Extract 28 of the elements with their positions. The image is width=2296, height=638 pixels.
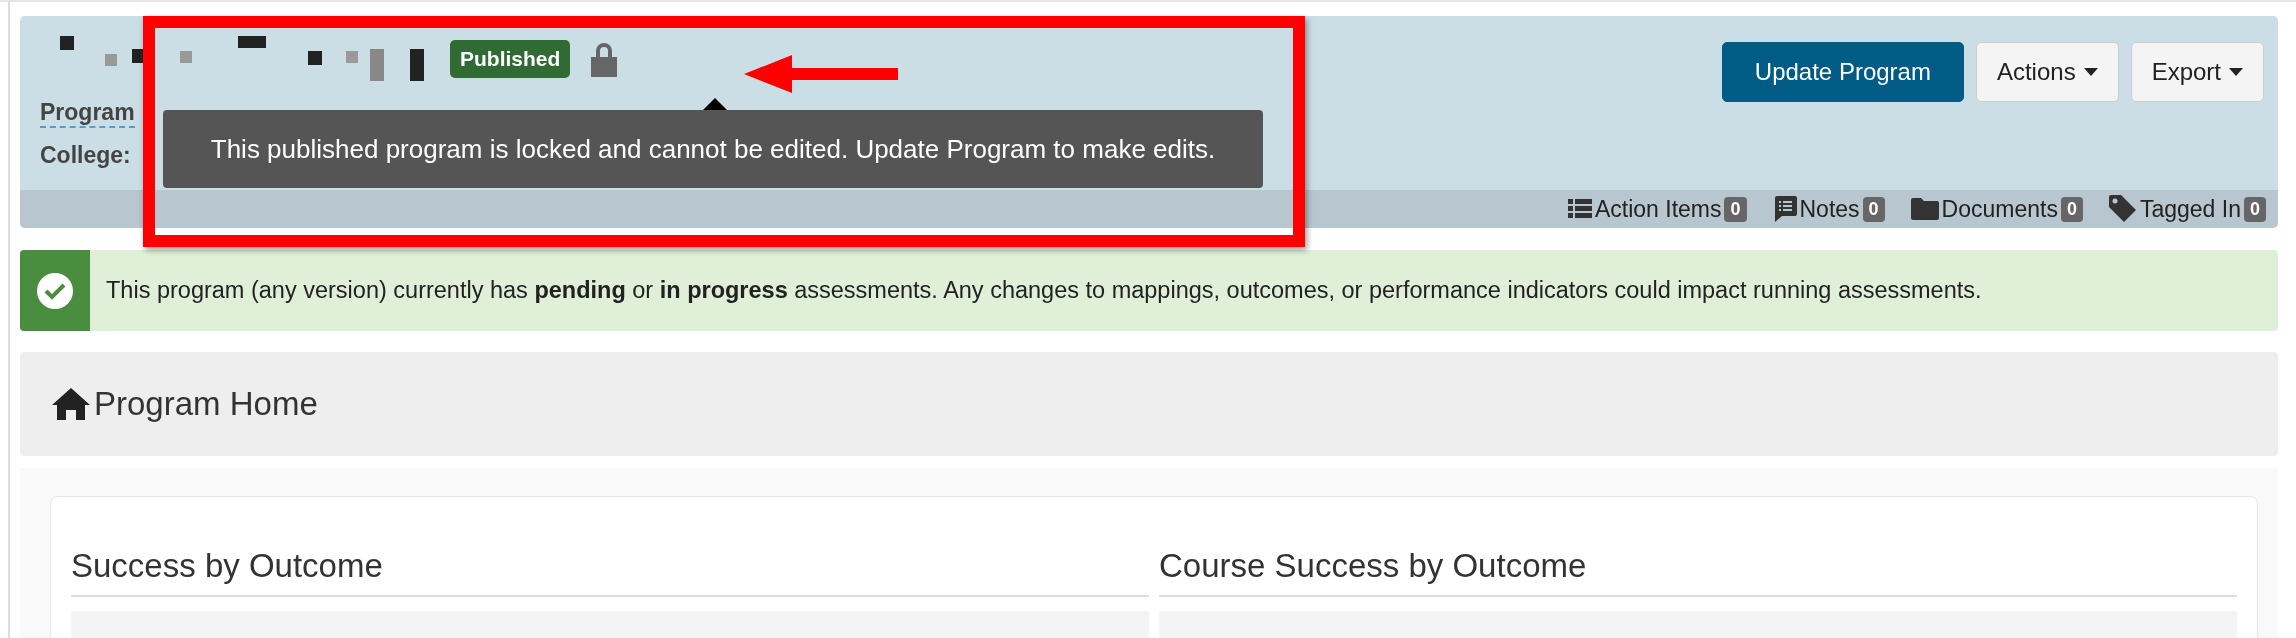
tooltip-text: This published program is locked and cannot be edited. Update Program to make edits. <box>210 133 1216 165</box>
tab-link[interactable]: Documents <box>1941 195 2058 223</box>
published-badge: Published <box>450 39 571 78</box>
header-button[interactable]: Update Program <box>1721 42 1964 102</box>
tab-link[interactable]: Action Items <box>1594 195 1722 223</box>
header-button[interactable]: Export <box>2130 42 2264 102</box>
list-icon <box>1567 199 1592 219</box>
tooltip-pointer <box>703 98 727 110</box>
section-heading: Success by Outcome <box>71 547 1149 597</box>
page-title: Program Home <box>94 385 318 423</box>
tag-icon <box>2108 195 2137 223</box>
tab-link[interactable]: Tagged In <box>2139 195 2241 223</box>
count-badge: 0 <box>2060 196 2083 222</box>
alert-message: This program (any version) currently has pending or in progress assessments. Any changes to mappings, outcomes, or performance indicators could impact running assessments. <box>105 277 1982 304</box>
caret-icon <box>2083 68 2098 76</box>
header-button[interactable]: Actions <box>1975 42 2119 102</box>
section-heading: Course Success by Outcome <box>1159 547 2237 597</box>
tab-link[interactable]: Notes <box>1799 195 1860 223</box>
field-label: College: <box>40 142 131 169</box>
count-badge: 0 <box>1724 196 1747 222</box>
count-badge: 0 <box>1862 196 1885 222</box>
home-icon <box>52 388 90 420</box>
folder-icon <box>1910 198 1939 220</box>
count-badge: 0 <box>2244 196 2266 222</box>
check-circle-icon <box>36 271 74 310</box>
comment-icon <box>1772 196 1797 222</box>
field-label: Program <box>40 99 135 128</box>
caret-icon <box>2229 68 2243 76</box>
